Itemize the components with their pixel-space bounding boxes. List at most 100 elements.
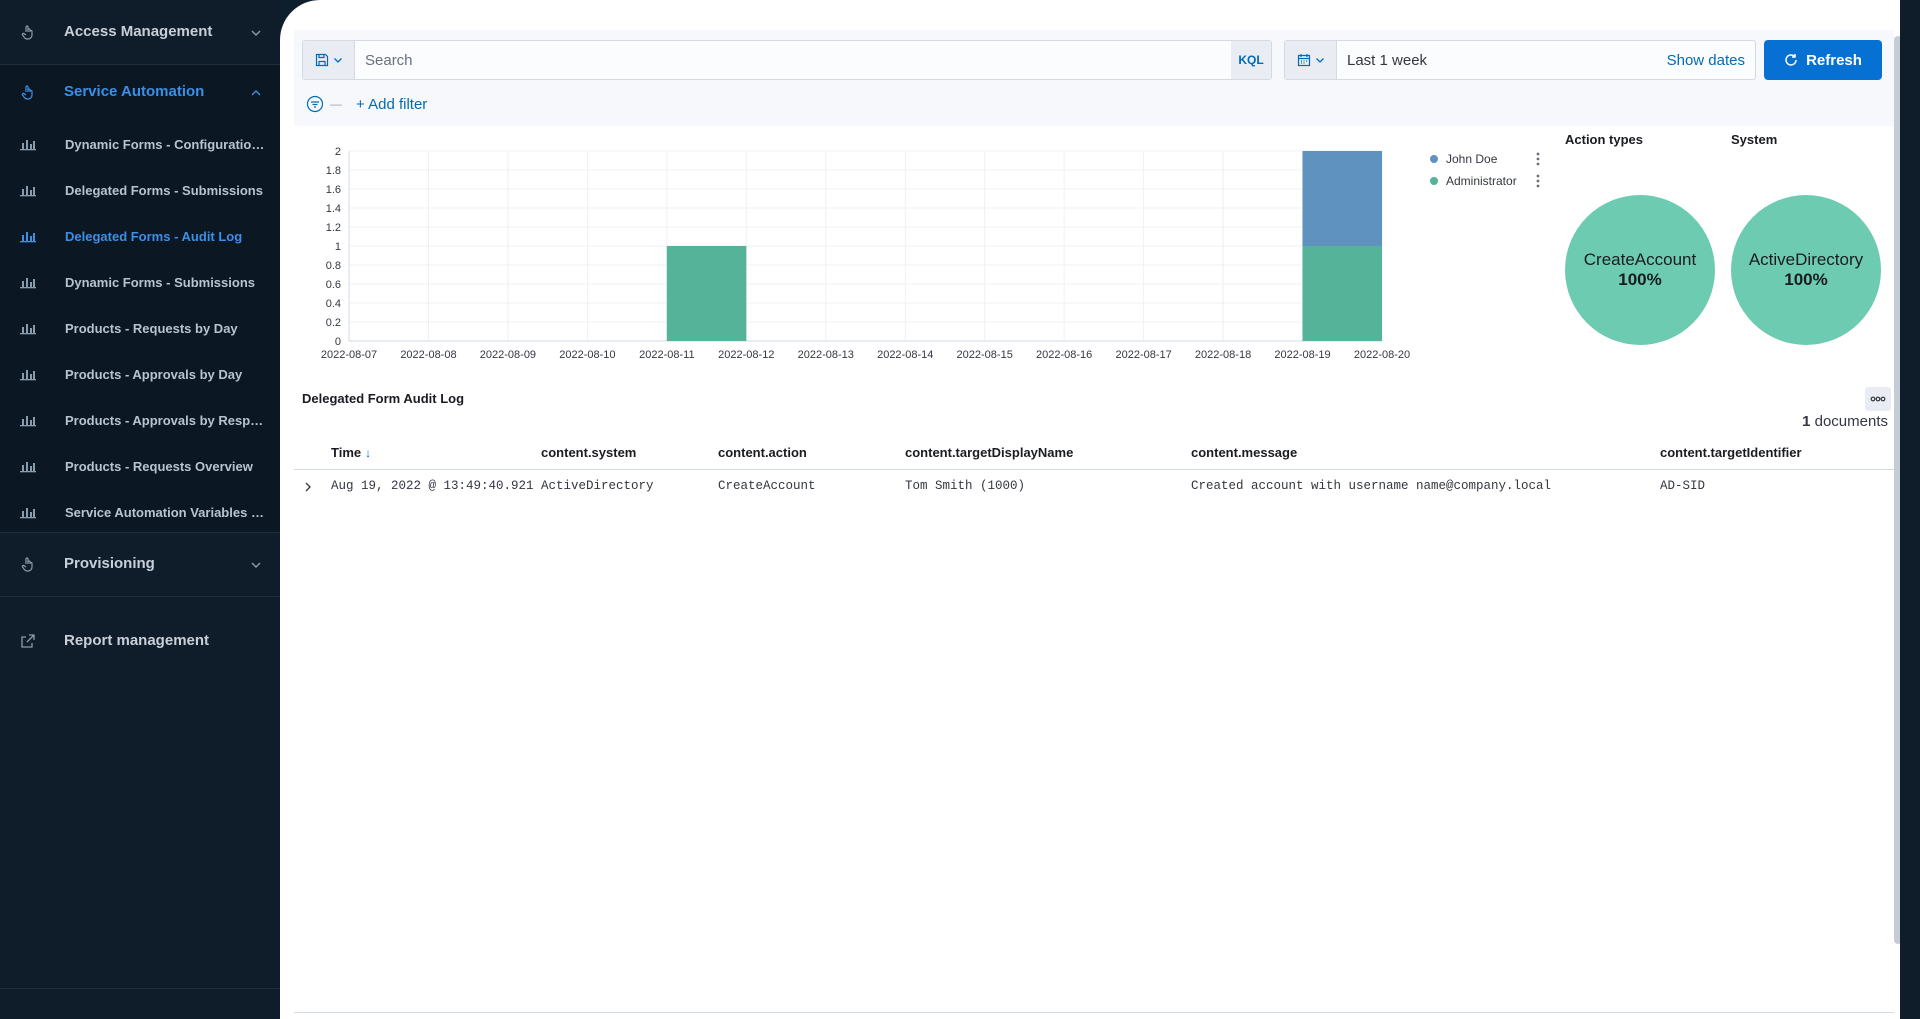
sidebar-item-label: Dynamic Forms - Configuration... <box>65 136 265 152</box>
sidebar-item-dynamic-forms-submissions[interactable]: Dynamic Forms - Submissions <box>0 266 280 298</box>
sidebar-section-provisioning[interactable]: Provisioning <box>0 552 280 576</box>
sidebar-item-label: Products - Requests by Day <box>65 320 238 336</box>
sidebar-section-label: Provisioning <box>64 555 155 572</box>
divider <box>0 988 280 989</box>
legend-item[interactable]: John Doe <box>1430 150 1550 168</box>
panel-options-button[interactable] <box>1865 387 1891 411</box>
sidebar-item-label: Service Automation Variables -... <box>65 504 265 520</box>
x-tick-label: 2022-08-09 <box>480 349 536 361</box>
column-header-content-action[interactable]: content.action <box>718 445 807 460</box>
table-cell-target-display-name: Tom Smith (1000) <box>905 479 1026 493</box>
y-tick-label: 0.2 <box>326 317 341 329</box>
x-tick-label: 2022-08-08 <box>400 349 456 361</box>
divider <box>0 532 280 533</box>
y-tick-label: 0 <box>335 336 341 348</box>
y-tick-label: 0.4 <box>326 298 341 310</box>
pie-slice-label: CreateAccount <box>1583 250 1697 269</box>
show-dates-link[interactable]: Show dates <box>1667 52 1745 69</box>
column-header-content-message[interactable]: content.message <box>1191 445 1297 460</box>
chart-bar-administrator <box>1302 246 1382 341</box>
chart-bar-john-doe <box>1302 151 1382 246</box>
hand-pointer-icon <box>20 556 36 572</box>
refresh-label: Refresh <box>1806 51 1862 69</box>
sidebar-item-label: Products - Approvals by Respo... <box>65 412 265 428</box>
chevron-up-icon <box>250 86 262 98</box>
divider <box>0 64 280 65</box>
table-cell-target-identifier: AD-SID <box>1660 479 1706 493</box>
hand-pointer-icon <box>20 24 36 40</box>
legend-options-icon[interactable] <box>1536 174 1540 188</box>
column-header-time[interactable]: Time ↓ <box>331 445 371 460</box>
refresh-button[interactable]: Refresh <box>1764 40 1882 80</box>
document-count-label: documents <box>1814 413 1888 430</box>
sidebar-item-service-automation-variables[interactable]: Service Automation Variables -... <box>0 496 280 528</box>
sidebar-item-delegated-forms-audit-log[interactable]: Delegated Forms - Audit Log <box>0 220 280 252</box>
bar-chart-icon <box>20 229 36 243</box>
panel-bottom-divider <box>294 1012 1894 1013</box>
legend-options-icon[interactable] <box>1536 152 1540 166</box>
sidebar-item-label: Products - Approvals by Day <box>65 366 243 382</box>
bar-chart-icon <box>20 367 36 381</box>
pie-title-system: System <box>1731 132 1778 147</box>
bar-chart-icon <box>20 183 36 197</box>
y-tick-label: 0.8 <box>326 260 341 272</box>
pie-slice-label: ActiveDirectory <box>1748 250 1864 269</box>
bar-chart-icon <box>20 413 36 427</box>
document-count: 1 documents <box>1802 413 1888 430</box>
pie-title-action-types: Action types <box>1565 132 1644 147</box>
y-tick-label: 0.6 <box>326 279 341 291</box>
sidebar-section-label: Report management <box>64 632 210 649</box>
sidebar-item-label: Dynamic Forms - Submissions <box>65 274 255 290</box>
x-tick-label: 2022-08-12 <box>718 349 774 361</box>
refresh-icon <box>1785 54 1797 66</box>
sidebar-item-label: Delegated Forms - Submissions <box>65 182 263 198</box>
bar-chart-icon <box>20 459 36 473</box>
legend-item[interactable]: Administrator <box>1430 172 1550 190</box>
sidebar-section-access-management[interactable]: Access Management <box>0 20 280 44</box>
x-tick-label: 2022-08-16 <box>1036 349 1092 361</box>
document-count-value: 1 <box>1802 413 1811 430</box>
x-tick-label: 2022-08-13 <box>798 349 854 361</box>
bar-chart-icon <box>20 505 36 519</box>
hand-pointer-icon <box>20 84 36 100</box>
bar-chart: 0 0.2 0.4 0.6 0.8 1 1.2 1.4 1.6 1.8 2 2022-08-07 202… <box>321 146 1410 361</box>
y-tick-label: 1.2 <box>326 222 341 234</box>
sidebar-section-service-automation[interactable]: Service Automation <box>0 80 280 104</box>
bar-chart-icon <box>20 275 36 289</box>
sidebar-section-report-management[interactable]: Report management <box>0 629 280 653</box>
table-cell-system: ActiveDirectory <box>541 479 654 493</box>
sidebar-section-label: Access Management <box>64 23 213 40</box>
sort-descending-icon[interactable]: ↓ <box>365 446 371 460</box>
y-tick-label: 2 <box>335 146 341 158</box>
pie-slice-action-types[interactable]: CreateAccount 100% <box>1565 195 1715 345</box>
sidebar-item-delegated-forms-submissions[interactable]: Delegated Forms - Submissions <box>0 174 280 206</box>
main-content: KQL Last 1 week Show dates Refresh — + A… <box>280 0 1920 1019</box>
x-tick-label: 2022-08-14 <box>877 349 933 361</box>
column-header-content-system[interactable]: content.system <box>541 445 636 460</box>
x-tick-label: 2022-08-11 <box>639 349 694 361</box>
x-tick-label: 2022-08-07 <box>321 349 377 361</box>
legend-label: John Doe <box>1446 152 1498 166</box>
more-options-icon <box>1870 396 1886 402</box>
pie-slice-system[interactable]: ActiveDirectory 100% <box>1731 195 1881 345</box>
bar-chart-icon <box>20 321 36 335</box>
x-tick-label: 2022-08-10 <box>559 349 615 361</box>
sidebar-item-dynamic-forms-configuration[interactable]: Dynamic Forms - Configuration... <box>0 128 280 160</box>
sidebar-item-products-approvals-by-responder[interactable]: Products - Approvals by Respo... <box>0 404 280 436</box>
legend-color-dot <box>1430 177 1438 185</box>
table-title: Delegated Form Audit Log <box>302 391 465 406</box>
legend-label: Administrator <box>1446 174 1517 188</box>
x-tick-label: 2022-08-19 <box>1274 349 1330 361</box>
external-link-icon <box>20 633 36 649</box>
column-header-content-target-identifier[interactable]: content.targetIdentifier <box>1660 445 1802 460</box>
legend-color-dot <box>1430 155 1438 163</box>
sidebar-item-products-approvals-by-day[interactable]: Products - Approvals by Day <box>0 358 280 390</box>
sidebar-item-products-requests-by-day[interactable]: Products - Requests by Day <box>0 312 280 344</box>
pie-slice-percent: 100% <box>1618 270 1662 289</box>
table-cell-message: Created account with username name@compa… <box>1191 479 1552 493</box>
column-header-content-target-display-name[interactable]: content.targetDisplayName <box>905 445 1073 460</box>
y-tick-label: 1.4 <box>326 203 341 215</box>
sidebar-item-products-requests-overview[interactable]: Products - Requests Overview <box>0 450 280 482</box>
chevron-right-icon[interactable] <box>302 480 314 492</box>
column-header-label: Time <box>331 445 362 460</box>
